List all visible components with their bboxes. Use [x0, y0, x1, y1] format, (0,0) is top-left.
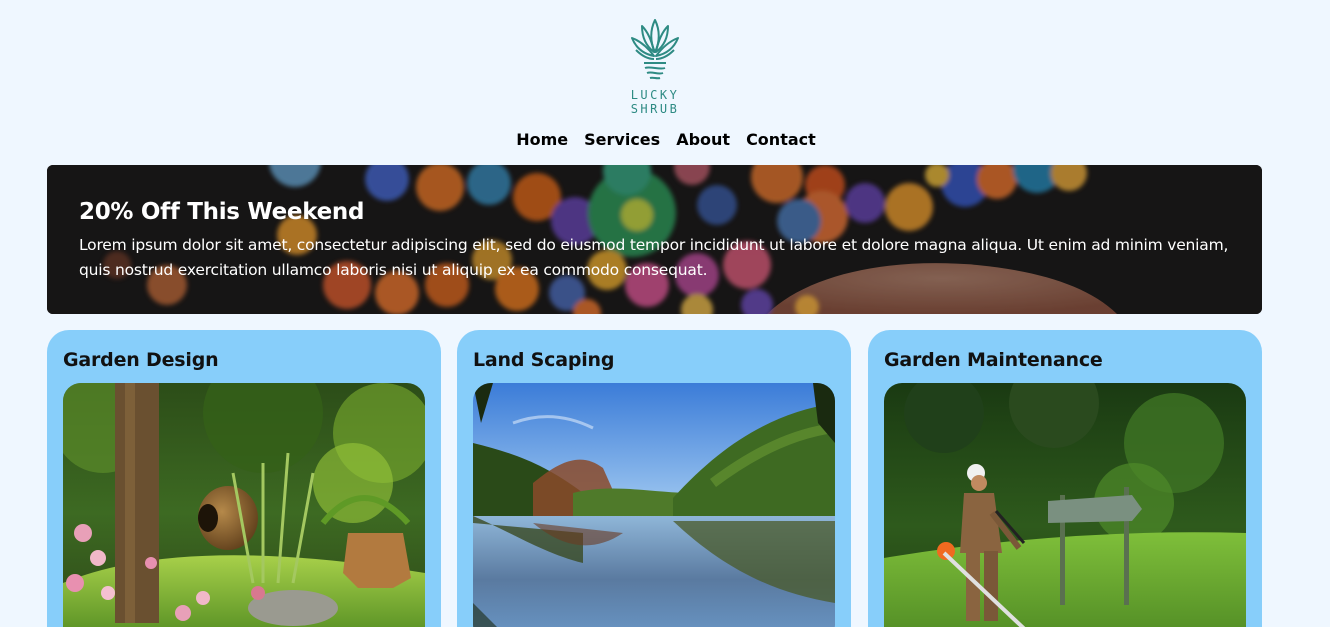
promo-description: Lorem ipsum dolor sit amet, consectetur …: [79, 236, 1229, 279]
nav-about[interactable]: About: [676, 130, 730, 150]
main-nav: Home Services About Contact: [0, 130, 1330, 150]
service-card-title: Land Scaping: [473, 349, 615, 371]
service-card-garden-maintenance[interactable]: Garden Maintenance: [868, 330, 1262, 627]
service-card-garden-design[interactable]: Garden Design: [47, 330, 441, 627]
service-card-title: Garden Design: [63, 349, 219, 371]
land-scaping-image: [473, 383, 835, 627]
promo-title: 20% Off This Weekend: [79, 199, 365, 225]
promo-banner: 20% Off This Weekend Lorem ipsum dolor s…: [47, 165, 1262, 314]
service-card-land-scaping[interactable]: Land Scaping: [457, 330, 851, 627]
service-card-title: Garden Maintenance: [884, 349, 1103, 371]
garden-maintenance-image: [884, 383, 1246, 627]
garden-design-image: [63, 383, 425, 627]
nav-home[interactable]: Home: [516, 130, 568, 150]
page: LUCKY SHRUB Home Services About Contact: [0, 0, 1330, 627]
shrub-icon: [631, 19, 679, 80]
logo[interactable]: LUCKY SHRUB: [620, 16, 690, 120]
brand-name-line1: LUCKY: [630, 88, 680, 102]
nav-services[interactable]: Services: [584, 130, 660, 150]
nav-contact[interactable]: Contact: [746, 130, 816, 150]
brand-name-line2: SHRUB: [630, 102, 680, 116]
